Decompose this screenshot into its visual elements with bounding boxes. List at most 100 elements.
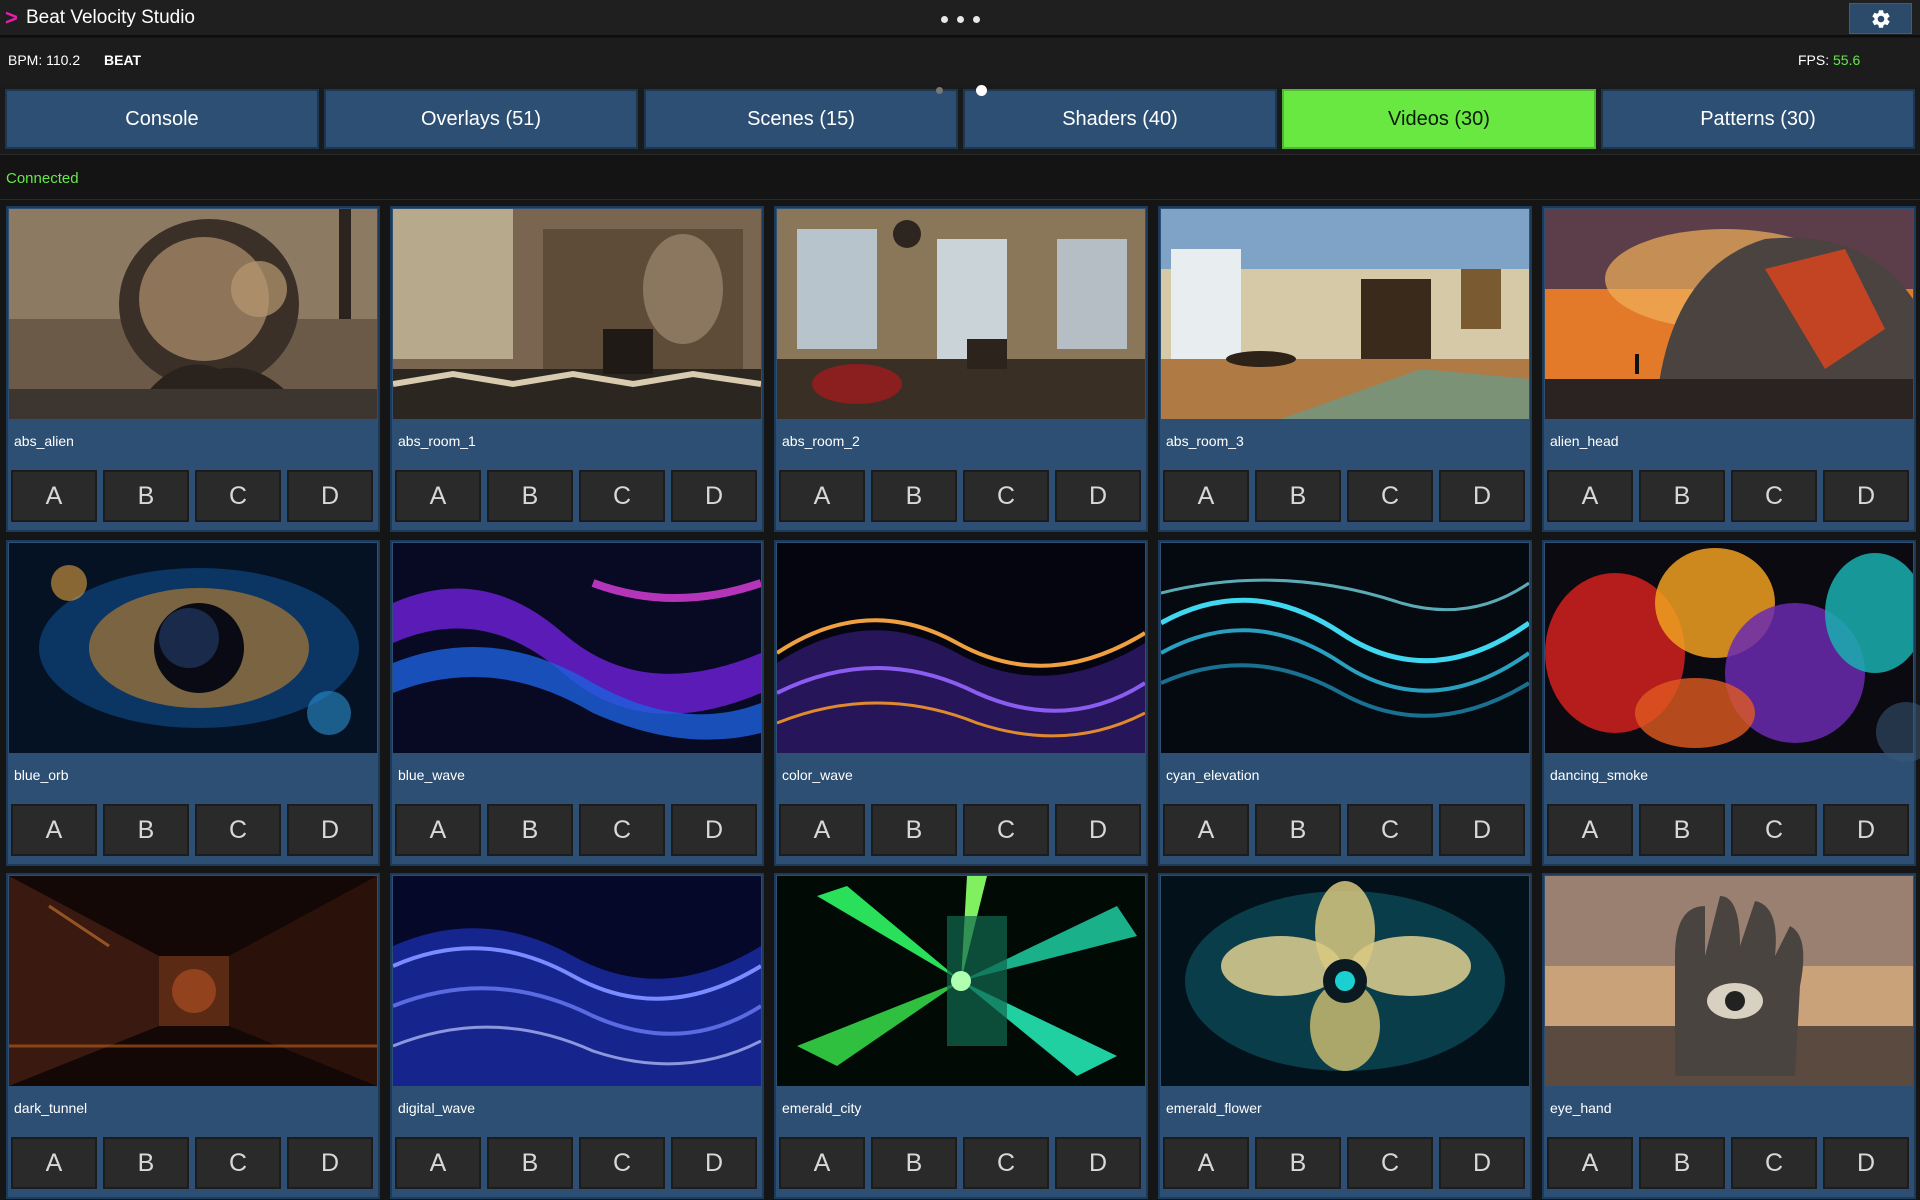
slot-a-button[interactable]: A [11,470,97,522]
tab-shaders[interactable]: Shaders (40) [963,89,1277,149]
slot-c-button[interactable]: C [1731,470,1817,522]
video-card[interactable]: blue_orb A B C D [6,540,380,866]
slot-a-button[interactable]: A [395,470,481,522]
slot-c-button[interactable]: C [195,804,281,856]
video-thumbnail[interactable] [9,209,377,419]
slot-a-button[interactable]: A [11,804,97,856]
pager-dot-1[interactable] [936,87,943,94]
slot-a-button[interactable]: A [779,804,865,856]
slot-b-button[interactable]: B [871,804,957,856]
slot-d-button[interactable]: D [1823,470,1909,522]
video-thumbnail[interactable] [1545,876,1913,1086]
video-thumbnail[interactable] [1161,876,1529,1086]
slot-a-button[interactable]: A [1547,1137,1633,1189]
slot-b-button[interactable]: B [103,470,189,522]
slot-c-button[interactable]: C [195,470,281,522]
slot-d-button[interactable]: D [1439,1137,1525,1189]
slot-c-button[interactable]: C [1347,804,1433,856]
slot-d-button[interactable]: D [671,804,757,856]
video-card[interactable]: dancing_smoke A B C D [1542,540,1916,866]
video-thumbnail[interactable] [1545,209,1913,419]
video-thumbnail[interactable] [777,543,1145,753]
slot-c-button[interactable]: C [579,804,665,856]
slot-a-button[interactable]: A [779,470,865,522]
video-card[interactable]: abs_alien A B C D [6,206,380,532]
video-card[interactable]: cyan_elevation A B C D [1158,540,1532,866]
slot-d-button[interactable]: D [287,804,373,856]
slot-d-button[interactable]: D [1055,470,1141,522]
slot-b-button[interactable]: B [103,1137,189,1189]
slot-c-button[interactable]: C [579,1137,665,1189]
video-card[interactable]: abs_room_3 A B C D [1158,206,1532,532]
slot-d-button[interactable]: D [1823,804,1909,856]
slot-b-button[interactable]: B [1255,804,1341,856]
slot-b-button[interactable]: B [871,470,957,522]
slot-a-button[interactable]: A [1163,470,1249,522]
slot-d-button[interactable]: D [1439,470,1525,522]
slot-b-button[interactable]: B [1639,804,1725,856]
slot-d-button[interactable]: D [1055,804,1141,856]
slot-a-button[interactable]: A [1547,804,1633,856]
video-thumbnail[interactable] [393,209,761,419]
video-card[interactable]: dark_tunnel A B C D [6,873,380,1199]
slot-b-button[interactable]: B [1639,1137,1725,1189]
slot-a-button[interactable]: A [1547,470,1633,522]
slot-b-button[interactable]: B [1255,470,1341,522]
slot-d-button[interactable]: D [1439,804,1525,856]
slot-b-button[interactable]: B [1255,1137,1341,1189]
slot-d-button[interactable]: D [287,1137,373,1189]
slot-a-button[interactable]: A [1163,1137,1249,1189]
slot-b-button[interactable]: B [487,470,573,522]
slot-c-button[interactable]: C [963,804,1049,856]
video-card[interactable]: emerald_flower A B C D [1158,873,1532,1199]
slot-a-button[interactable]: A [11,1137,97,1189]
tab-patterns[interactable]: Patterns (30) [1601,89,1915,149]
slot-c-button[interactable]: C [963,470,1049,522]
video-thumbnail[interactable] [777,209,1145,419]
slot-c-button[interactable]: C [1347,1137,1433,1189]
slot-c-button[interactable]: C [1731,1137,1817,1189]
video-card[interactable]: abs_room_1 A B C D [390,206,764,532]
video-card[interactable]: alien_head A B C D [1542,206,1916,532]
video-card[interactable]: digital_wave A B C D [390,873,764,1199]
slot-d-button[interactable]: D [1823,1137,1909,1189]
slot-b-button[interactable]: B [871,1137,957,1189]
slot-c-button[interactable]: C [1731,804,1817,856]
tab-scenes[interactable]: Scenes (15) [644,89,958,149]
video-thumbnail[interactable] [777,876,1145,1086]
video-card[interactable]: blue_wave A B C D [390,540,764,866]
video-thumbnail[interactable] [1161,209,1529,419]
pager-dot-2[interactable] [976,85,987,96]
slot-a-button[interactable]: A [779,1137,865,1189]
slot-d-button[interactable]: D [671,470,757,522]
slot-b-button[interactable]: B [1639,470,1725,522]
slot-b-button[interactable]: B [103,804,189,856]
video-card[interactable]: abs_room_2 A B C D [774,206,1148,532]
slot-a-button[interactable]: A [395,1137,481,1189]
slot-a-button[interactable]: A [395,804,481,856]
tab-videos[interactable]: Videos (30) [1282,89,1596,149]
slot-c-button[interactable]: C [963,1137,1049,1189]
video-thumbnail[interactable] [9,543,377,753]
settings-button[interactable] [1849,3,1912,34]
slot-d-button[interactable]: D [287,470,373,522]
video-card[interactable]: eye_hand A B C D [1542,873,1916,1199]
slot-d-button[interactable]: D [671,1137,757,1189]
slot-b-button[interactable]: B [487,1137,573,1189]
tab-overlays[interactable]: Overlays (51) [324,89,638,149]
video-thumbnail[interactable] [9,876,377,1086]
video-card[interactable]: emerald_city A B C D [774,873,1148,1199]
video-thumbnail[interactable] [1545,543,1913,753]
video-card[interactable]: color_wave A B C D [774,540,1148,866]
video-thumbnail[interactable] [393,543,761,753]
slot-d-button[interactable]: D [1055,1137,1141,1189]
slot-c-button[interactable]: C [195,1137,281,1189]
slot-b-button[interactable]: B [487,804,573,856]
tab-console[interactable]: Console [5,89,319,149]
video-thumbnail[interactable] [1161,543,1529,753]
more-dots-icon[interactable] [934,11,986,27]
video-thumbnail[interactable] [393,876,761,1086]
slot-c-button[interactable]: C [579,470,665,522]
slot-a-button[interactable]: A [1163,804,1249,856]
slot-c-button[interactable]: C [1347,470,1433,522]
